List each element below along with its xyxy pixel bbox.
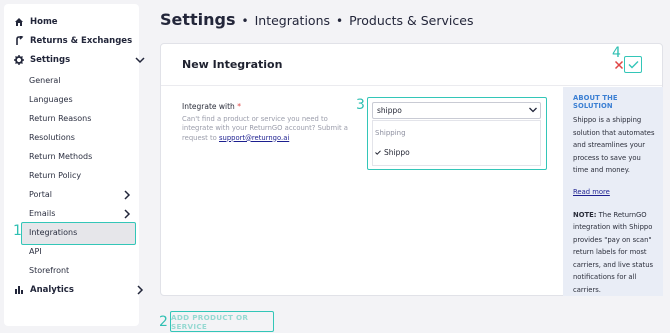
nav-settings-label: Settings: [30, 55, 71, 65]
sidebar: Home Returns & Exchanges Settings Genera…: [4, 4, 145, 326]
about-title: ABOUT THE SOLUTION: [573, 94, 618, 110]
integrate-with-label: Integrate with *: [182, 102, 241, 111]
sub-item-resolutions[interactable]: Resolutions: [29, 133, 75, 142]
menu-item-label: Shippo: [384, 148, 410, 157]
home-icon: [14, 17, 24, 27]
nav-analytics-label: Analytics: [30, 285, 74, 295]
breadcrumb-separator: •: [336, 14, 344, 28]
chevron-down-icon[interactable]: [528, 106, 538, 114]
confirm-button[interactable]: [624, 56, 642, 73]
sub-item-storefront[interactable]: Storefront: [29, 266, 69, 275]
step-marker-1: 1: [13, 223, 22, 239]
card-header: New Integration: [161, 44, 662, 86]
bar-chart-icon: [14, 285, 24, 295]
help-text: Can't find a product or service you need…: [182, 115, 352, 143]
breadcrumb-products-services: Products & Services: [349, 13, 474, 28]
check-icon: [628, 61, 638, 69]
nav-home-label: Home: [30, 17, 58, 27]
note-label: NOTE:: [573, 210, 597, 219]
breadcrumb-integrations[interactable]: Integrations: [255, 13, 330, 28]
chevron-right-icon[interactable]: [135, 285, 145, 295]
breadcrumb-separator: •: [241, 14, 249, 28]
nav-returns-label: Returns & Exchanges: [30, 36, 133, 46]
menu-item-shippo[interactable]: Shippo: [375, 148, 410, 157]
sub-item-emails[interactable]: Emails: [29, 209, 55, 218]
nav-returns[interactable]: Returns & Exchanges: [14, 36, 132, 46]
nav-settings[interactable]: Settings: [14, 55, 145, 65]
nav-home[interactable]: Home: [14, 17, 58, 27]
check-icon: [375, 150, 381, 155]
step-marker-3: 3: [356, 97, 365, 113]
support-email-link[interactable]: support@returngo.ai: [219, 134, 289, 142]
about-panel: ABOUT THE SOLUTION Shippo is a shipping …: [563, 87, 663, 296]
note-text: The ReturnGO integration with Shippo pro…: [573, 210, 654, 294]
sub-item-return-methods[interactable]: Return Methods: [29, 152, 92, 161]
chevron-up-icon[interactable]: [135, 55, 145, 65]
sub-item-return-policy[interactable]: Return Policy: [29, 171, 81, 180]
chevron-right-icon[interactable]: [123, 209, 131, 219]
sub-item-return-reasons[interactable]: Return Reasons: [29, 114, 91, 123]
menu-group-label: Shipping: [375, 129, 406, 137]
nav-analytics[interactable]: Analytics: [14, 285, 144, 295]
step-marker-4: 4: [612, 45, 621, 61]
sub-item-portal[interactable]: Portal: [29, 190, 52, 199]
returns-icon: [14, 36, 24, 46]
sub-item-api[interactable]: API: [29, 247, 42, 256]
sub-item-integrations[interactable]: Integrations: [29, 228, 77, 237]
gear-icon: [14, 55, 24, 65]
dropdown-menu: Shipping Shippo: [372, 120, 541, 166]
about-note: NOTE: The ReturnGO integration with Ship…: [573, 209, 655, 297]
integration-search-input[interactable]: shippo: [372, 102, 541, 119]
integration-select[interactable]: shippo Shipping Shippo: [367, 97, 547, 170]
new-integration-card: New Integration Integrate with * Can't f…: [160, 43, 663, 296]
card-title: New Integration: [182, 58, 283, 71]
sub-item-languages[interactable]: Languages: [29, 95, 73, 104]
page-title: Settings: [160, 10, 236, 29]
chevron-right-icon[interactable]: [123, 190, 131, 200]
about-text: Shippo is a shipping solution that autom…: [573, 116, 655, 174]
field-label-text: Integrate with: [182, 102, 235, 111]
breadcrumb: Settings • Integrations • Products & Ser…: [160, 10, 473, 29]
step-marker-2: 2: [159, 314, 168, 330]
read-more-link[interactable]: Read more: [573, 188, 655, 196]
add-product-button[interactable]: ADD PRODUCT OR SERVICE: [170, 311, 274, 332]
sub-item-general[interactable]: General: [29, 76, 61, 85]
required-mark: *: [237, 102, 241, 111]
